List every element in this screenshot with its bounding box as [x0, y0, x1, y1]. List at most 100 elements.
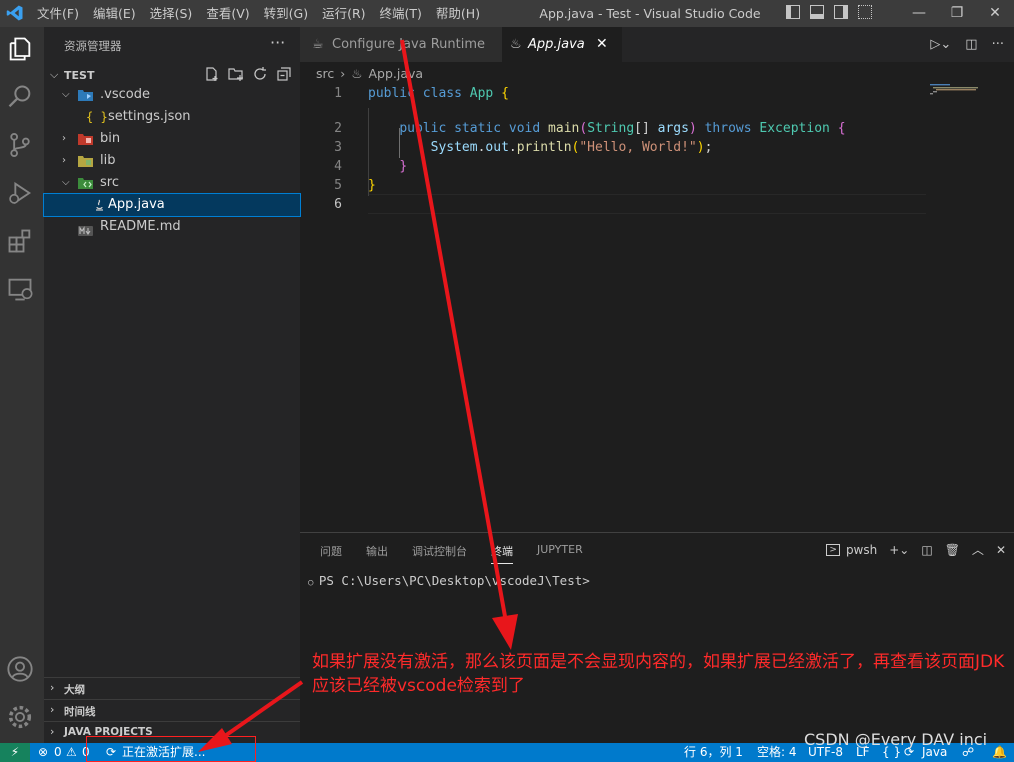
menu-file[interactable]: 文件(F)	[30, 0, 86, 27]
close-tab-icon[interactable]: ✕	[596, 27, 608, 62]
outline-label: 大纲	[64, 684, 85, 696]
sidebar-title: 资源管理器	[64, 39, 122, 53]
run-icon[interactable]: ▷⌄	[930, 37, 951, 52]
code-line-2: public static void main(String[] args) t…	[399, 121, 846, 136]
tree-item-label: README.md	[100, 219, 181, 234]
explorer-icon[interactable]	[6, 35, 38, 67]
new-terminal-icon[interactable]: +⌄	[889, 543, 909, 557]
tree-item-lib[interactable]: › lib	[44, 150, 300, 172]
tab-problems[interactable]: 问题	[320, 543, 342, 564]
explorer-actions	[204, 66, 292, 82]
line-number: 3	[334, 140, 342, 155]
close-window-icon[interactable]: ✕	[976, 0, 1014, 27]
chevron-right-icon: ›	[50, 725, 55, 738]
code-editor[interactable]: 1 2 3 4 5 6 public class App { public st…	[300, 84, 926, 529]
new-file-icon[interactable]	[204, 66, 220, 82]
indentation[interactable]: 空格: 4	[757, 743, 797, 762]
coffee-icon: ☕	[312, 37, 324, 52]
tree-item-app-java[interactable]: App.java	[43, 193, 301, 217]
chevron-down-icon: ⌵	[50, 68, 59, 81]
tab-terminal[interactable]: 终端	[491, 543, 513, 564]
timeline-label: 时间线	[64, 706, 96, 718]
more-actions-icon[interactable]: ···	[270, 33, 285, 52]
timeline-section-header[interactable]: › 时间线	[44, 699, 300, 721]
warning-icon[interactable]: ⚠	[66, 743, 77, 762]
terminal-icon: >	[826, 543, 840, 556]
settings-gear-icon[interactable]	[6, 703, 38, 735]
menu-go[interactable]: 转到(G)	[257, 0, 315, 27]
more-actions-icon[interactable]: ···	[992, 37, 1004, 52]
tab-debug-console[interactable]: 调试控制台	[412, 543, 467, 564]
new-folder-icon[interactable]	[228, 66, 244, 82]
shell-name[interactable]: pwsh	[846, 543, 877, 557]
watermark: CSDN @Every DAV inci	[804, 730, 988, 749]
customize-layout-icon[interactable]	[858, 5, 872, 19]
menu-edit[interactable]: 编辑(E)	[86, 0, 143, 27]
tree-item-bin[interactable]: › bin	[44, 128, 300, 150]
tree-item-label: .vscode	[100, 87, 150, 102]
editor-actions: ▷⌄ ◫ ···	[930, 27, 1004, 62]
maximize-panel-icon[interactable]: ︿	[972, 541, 984, 558]
minimap[interactable]	[930, 84, 1006, 96]
chevron-right-icon: ›	[62, 133, 66, 144]
panel-actions: > pwsh +⌄ ◫ 🗑 ︿ ✕	[826, 541, 1006, 558]
source-control-icon[interactable]	[6, 131, 38, 163]
tree-item-vscode[interactable]: ⌵ .vscode	[44, 84, 300, 106]
search-icon[interactable]	[6, 83, 38, 115]
tab-app-java[interactable]: ♨ App.java ✕	[502, 27, 622, 62]
menu-view[interactable]: 查看(V)	[199, 0, 256, 27]
chevron-down-icon: ⌵	[62, 89, 70, 100]
restore-icon[interactable]: ❐	[938, 0, 976, 27]
tree-item-settings-json[interactable]: { } settings.json	[44, 106, 300, 128]
java-file-icon	[92, 198, 107, 212]
tree-item-src[interactable]: ⌵ src	[44, 172, 300, 194]
notifications-bell-icon[interactable]: 🔔	[992, 743, 1007, 762]
chevron-right-icon: ›	[50, 681, 55, 694]
account-icon[interactable]	[6, 655, 38, 687]
breadcrumb-folder[interactable]: src	[316, 66, 334, 81]
prompt-dot-icon: ○	[308, 578, 319, 588]
extensions-icon[interactable]	[6, 227, 38, 259]
menu-selection[interactable]: 选择(S)	[143, 0, 200, 27]
outline-section-header[interactable]: › 大纲	[44, 677, 300, 699]
tab-configure-java-runtime[interactable]: ☕ Configure Java Runtime	[300, 27, 502, 62]
breadcrumb: src › ♨ App.java	[316, 66, 423, 81]
json-braces-icon: { }	[86, 110, 108, 124]
run-debug-icon[interactable]	[6, 179, 38, 211]
line-number: 2	[334, 121, 342, 136]
tab-output[interactable]: 输出	[366, 543, 388, 564]
tab-jupyter[interactable]: JUPYTER	[537, 543, 583, 564]
refresh-icon[interactable]	[252, 66, 268, 82]
vscode-logo-icon	[6, 5, 23, 21]
collapse-all-icon[interactable]	[276, 66, 292, 82]
toggle-sidebar-icon[interactable]	[786, 5, 800, 19]
menu-run[interactable]: 运行(R)	[315, 0, 372, 27]
trash-icon[interactable]: 🗑	[945, 543, 960, 557]
minimize-icon[interactable]: —	[900, 0, 938, 27]
layout-controls	[786, 5, 872, 19]
tree-item-readme[interactable]: README.md	[44, 216, 300, 238]
toggle-secondary-sidebar-icon[interactable]	[834, 5, 848, 19]
menu-terminal[interactable]: 终端(T)	[373, 0, 429, 27]
toggle-panel-icon[interactable]	[810, 5, 824, 19]
editor-tab-bar: ☕ Configure Java Runtime ♨ App.java ✕ ▷⌄…	[300, 27, 1014, 62]
terminal-prompt-line[interactable]: ○ PS C:\Users\PC\Desktop\vscodeJ\Test>	[308, 573, 590, 588]
error-icon[interactable]: ⊗	[38, 743, 48, 762]
window-controls: — ❐ ✕	[900, 0, 1014, 27]
line-number: 4	[334, 159, 342, 174]
code-line-4: }	[399, 159, 408, 174]
breadcrumb-file[interactable]: App.java	[368, 66, 423, 81]
code-line-1: public class App {	[368, 86, 509, 101]
chevron-down-icon: ⌵	[62, 177, 70, 188]
close-panel-icon[interactable]: ✕	[996, 543, 1006, 557]
workspace-name: TEST	[64, 69, 95, 82]
tree-item-label: bin	[100, 131, 121, 146]
remote-explorer-icon[interactable]	[6, 275, 38, 307]
chevron-right-icon: ›	[50, 703, 55, 716]
menu-help[interactable]: 帮助(H)	[429, 0, 487, 27]
cursor-position[interactable]: 行 6，列 1	[684, 743, 743, 762]
split-editor-icon[interactable]: ◫	[965, 37, 977, 52]
split-terminal-icon[interactable]: ◫	[921, 543, 932, 557]
error-count[interactable]: 0	[54, 743, 62, 762]
remote-indicator-icon[interactable]: ⚡	[0, 743, 30, 762]
